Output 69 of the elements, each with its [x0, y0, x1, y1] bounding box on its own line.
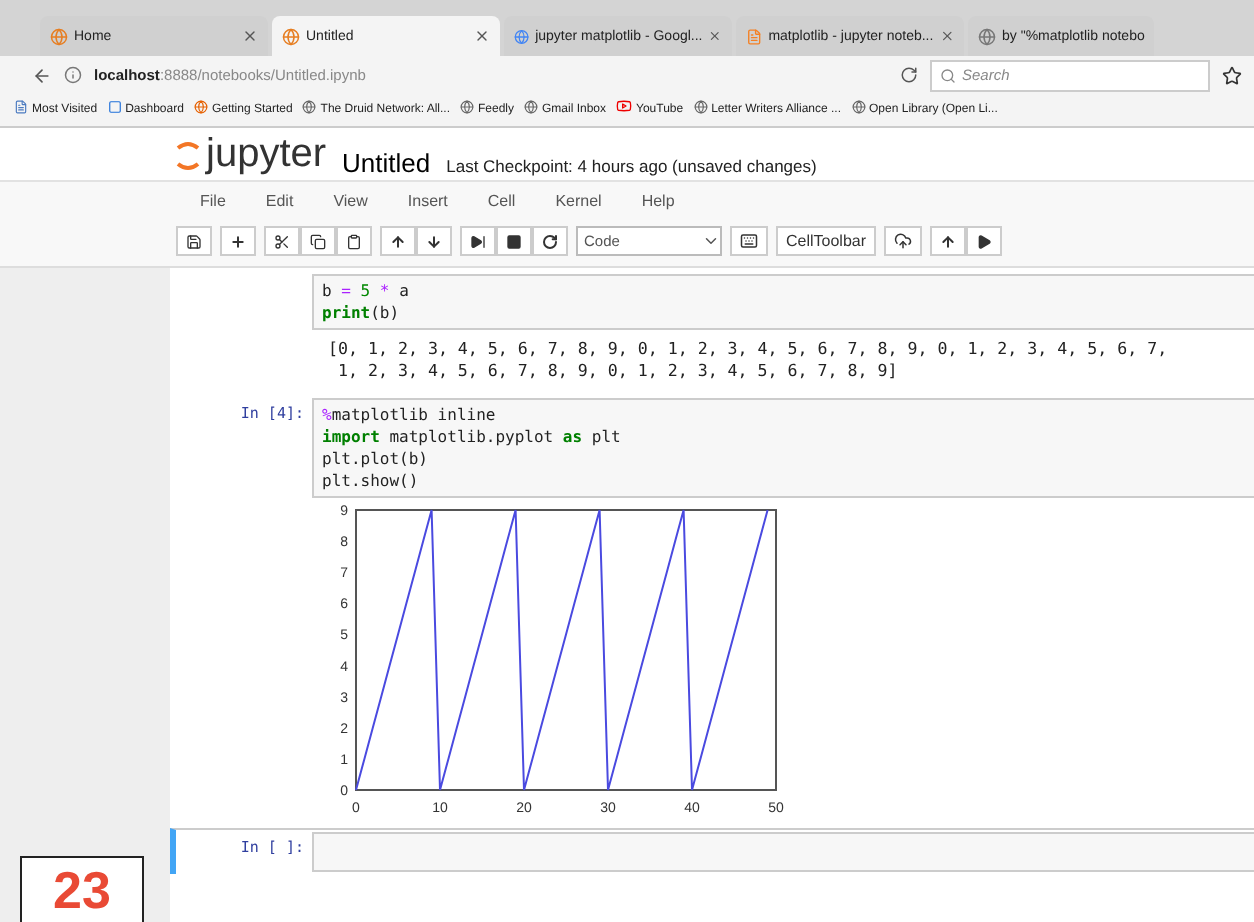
globe-icon [524, 99, 538, 113]
globe-icon [282, 27, 300, 45]
globe-icon [193, 99, 208, 113]
save-icon [186, 233, 202, 249]
menu-item[interactable]: Cell [487, 192, 516, 210]
menu-item[interactable]: View [333, 192, 368, 210]
upload-button[interactable] [884, 226, 923, 256]
keyboard-button[interactable] [730, 226, 768, 256]
close-icon[interactable] [242, 28, 258, 44]
restart-button[interactable] [532, 226, 568, 256]
arrow-up-icon [390, 233, 406, 249]
reload-icon[interactable] [900, 66, 918, 84]
video-icon [616, 98, 633, 114]
output-text: 1, 2, 3, 4, 5, 6, 7, 8, 9, 0, 1, 2, 3, 4, 5, 6, 7, 8, 9] [335, 360, 900, 382]
move-up-button[interactable] [380, 226, 416, 256]
notebook-title[interactable]: Untitled [342, 147, 431, 177]
move-down-button[interactable] [416, 226, 452, 256]
keyboard-icon [740, 232, 758, 250]
output-text: [0, 1, 2, 3, 4, 5, 6, 7, 8, 9, 0, 1, 2, 3, 4, 5, 6, 7, 8, 9, 0, 1, 2, 3, 4, 5, 6, 7, [328, 338, 1170, 360]
code-input[interactable]: b = 5 * a print(b) [312, 274, 1254, 330]
globe-icon [514, 27, 530, 45]
close-icon[interactable] [939, 28, 954, 44]
clipboard-icon [346, 233, 362, 249]
skip-forward-icon [470, 233, 486, 249]
menu-item[interactable]: File [200, 192, 226, 210]
scissors-icon [274, 233, 290, 249]
chevron-down-icon [702, 232, 720, 250]
code-input[interactable] [312, 832, 1254, 872]
menu-item[interactable]: Help [641, 192, 675, 210]
globe-icon [50, 27, 68, 45]
insert-cell-button[interactable] [220, 226, 256, 256]
checkpoint-text: Last Checkpoint: 4 hours ago (unsaved changes) [446, 155, 817, 175]
page-number: 23 [20, 856, 144, 922]
globe-icon [851, 99, 866, 113]
restart-icon [542, 233, 558, 249]
paste-button[interactable] [336, 226, 372, 256]
page-icon [746, 27, 763, 45]
run-button[interactable] [460, 226, 496, 256]
close-icon[interactable] [474, 28, 490, 44]
menu-item[interactable]: Insert [407, 192, 448, 210]
save-button[interactable] [176, 226, 212, 256]
menu-item[interactable]: Kernel [555, 192, 602, 210]
cut-button[interactable] [264, 226, 300, 256]
info-icon [64, 66, 82, 84]
arrow-up-icon [940, 233, 957, 249]
square-icon [107, 99, 122, 113]
page-icon [14, 99, 28, 113]
play-icon [976, 233, 993, 249]
present-button[interactable] [966, 226, 1003, 256]
notebook-cell[interactable]: b = 5 * a print(b) [0, 1, 2, 3, 4, 5, 6, 7, 8, 9, 0, 1, 2, 3, 4, 5, 6, 7, 8, 9, 0, 1, 2, 3, 4, 5, 6, 7, 1, 2, 3, 4, 5, 6, 7, 8, 9, 0, 1, 2, 3, 4, 5, 6, 7, 8, 9] [170, 272, 1254, 388]
cloud-upload-icon [894, 232, 913, 250]
stop-icon [506, 233, 522, 249]
stop-button[interactable] [496, 226, 532, 256]
close-icon[interactable] [708, 28, 722, 44]
globe-icon [693, 99, 708, 113]
code-input[interactable]: %matplotlib inline import matplotlib.pyplot as plt plt.plot(b) plt.show() [312, 398, 1254, 498]
globe-icon [459, 99, 474, 113]
copy-button[interactable] [300, 226, 336, 256]
star-icon[interactable] [1222, 65, 1242, 85]
arrow-down-icon [426, 233, 442, 249]
globe-icon [302, 99, 317, 113]
globe-icon [978, 27, 996, 45]
jupyter-logo[interactable]: jupyter [176, 132, 327, 178]
back-icon[interactable] [32, 65, 52, 85]
plus-icon [230, 233, 246, 249]
cell-toolbar-button[interactable]: CellToolbar [776, 226, 877, 256]
menu-item[interactable]: Edit [265, 192, 294, 210]
search-icon [940, 67, 956, 83]
copy-icon [310, 233, 326, 249]
